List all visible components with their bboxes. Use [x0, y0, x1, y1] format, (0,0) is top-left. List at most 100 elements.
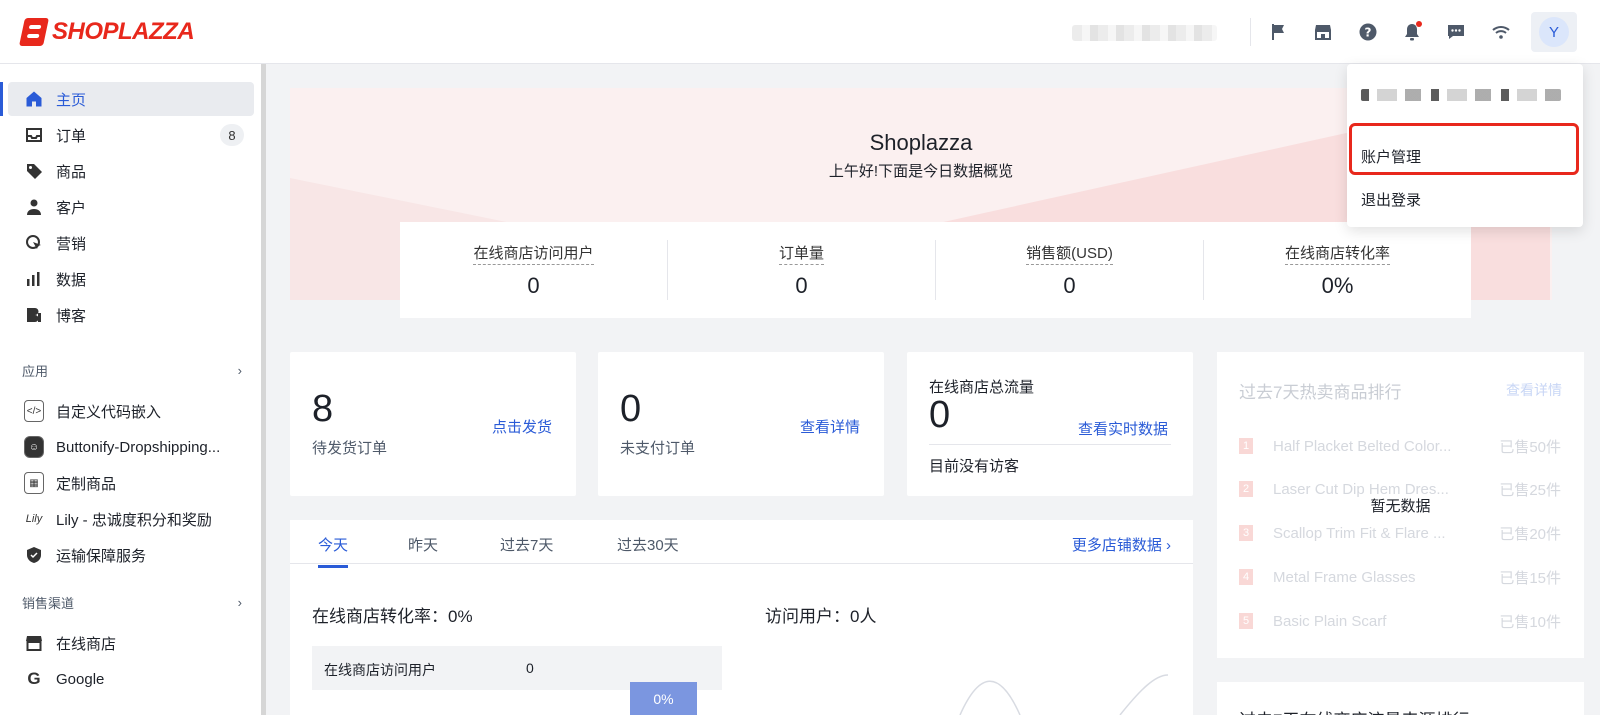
no-data-text: 暂无数据 — [1370, 498, 1431, 515]
product-name: Basic Plain Scarf — [1273, 612, 1387, 630]
stat-label[interactable]: 订单量 — [778, 242, 824, 265]
sidebar-scrollbar[interactable] — [261, 64, 266, 715]
avatar-button[interactable]: Y — [1531, 12, 1577, 52]
message-icon[interactable] — [1444, 20, 1468, 44]
sidebar-item-label: 在线商店 — [56, 635, 117, 653]
tab-yesterday[interactable]: 昨天 — [408, 534, 438, 555]
sidebar-item-app-lily[interactable]: Lily Lily - 忠诚度积分和奖励 — [8, 502, 254, 536]
visitors-chart — [959, 674, 1169, 715]
stat-value: 0 — [527, 273, 540, 298]
orders-count-badge: 8 — [220, 124, 244, 146]
stat-conversion: 在线商店转化率 0% — [1204, 240, 1471, 300]
top-products-title: 过去7天热卖商品排行 — [1239, 383, 1402, 402]
flag-icon[interactable] — [1267, 20, 1291, 44]
chevron-right-icon: › — [237, 595, 242, 610]
logo-mark-icon — [19, 18, 49, 46]
sidebar-item-products[interactable]: 商品 — [8, 154, 254, 188]
top-bar: SHOPLAZZA ? Y — [0, 0, 1600, 64]
traffic-source-title: 过去7天在线商店流量来源排行 — [1239, 706, 1469, 715]
rank-number: 4 — [1239, 569, 1253, 585]
bell-icon[interactable] — [1400, 20, 1424, 44]
list-item: 4 Metal Frame Glasses 已售15件 — [1239, 567, 1561, 587]
conversion-rate-heading: 在线商店转化率：0% — [312, 607, 473, 626]
funnel-row-value: 0 — [526, 660, 534, 676]
tab-last-30-days[interactable]: 过去30天 — [617, 534, 679, 555]
divider — [1250, 18, 1251, 46]
sidebar-item-marketing[interactable]: 营销 — [8, 226, 254, 260]
sidebar-item-google[interactable]: G Google — [8, 662, 254, 696]
rank-number: 1 — [1239, 438, 1253, 454]
stat-label[interactable]: 在线商店转化率 — [1284, 242, 1390, 265]
pending-orders-card: 8 待发货订单 点击发货 — [290, 352, 576, 496]
more-store-data-label: 更多店铺数据 — [1071, 537, 1162, 554]
sidebar-item-label: 订单 — [56, 127, 87, 145]
sidebar-item-label: 营销 — [56, 235, 87, 253]
top-products-card: 过去7天热卖商品排行 查看详情 1 Half Placket Belted Co… — [1217, 352, 1584, 658]
stat-label[interactable]: 销售额(USD) — [1026, 242, 1113, 265]
stat-sales: 销售额(USD) 0 — [936, 240, 1204, 300]
stat-value: 0 — [795, 273, 808, 298]
account-dropdown: 账户管理 退出登录 — [1347, 64, 1583, 227]
chevron-right-icon: › — [1166, 537, 1171, 554]
sidebar-item-app-custom-products[interactable]: ▦ 定制商品 — [8, 466, 254, 500]
sidebar-item-orders[interactable]: 订单 8 — [8, 118, 254, 152]
user-icon — [24, 197, 44, 217]
sidebar-item-app-shipping-protection[interactable]: 运输保障服务 — [8, 538, 254, 572]
sidebar-item-app-custom-code[interactable]: </> 自定义代码嵌入 — [8, 394, 254, 428]
stat-orders: 订单量 0 — [668, 240, 936, 300]
product-name: Scallop Trim Fit & Flare ... — [1273, 524, 1446, 542]
sidebar-item-customers[interactable]: 客户 — [8, 190, 254, 224]
list-item: 1 Half Placket Belted Color... 已售50件 — [1239, 436, 1561, 456]
traffic-card: 在线商店总流量 0 查看实时数据 目前没有访客 — [907, 352, 1193, 496]
apps-section-header[interactable]: 应用 › — [22, 361, 242, 380]
lily-icon: Lily — [25, 513, 43, 525]
sidebar-item-analytics[interactable]: 数据 — [8, 262, 254, 296]
code-embed-icon: </> — [24, 400, 44, 422]
tab-last-7-days[interactable]: 过去7天 — [500, 534, 553, 555]
unpaid-orders-card: 0 未支付订单 查看详情 — [598, 352, 884, 496]
product-name: Metal Frame Glasses — [1273, 568, 1416, 586]
sidebar-item-label: Buttonify-Dropshipping... — [56, 438, 221, 456]
sidebar-item-label: 定制商品 — [56, 475, 117, 493]
stat-label[interactable]: 在线商店访问用户 — [473, 242, 594, 265]
top-products-details-link[interactable]: 查看详情 — [1506, 380, 1562, 400]
traffic-count: 0 — [929, 394, 951, 436]
wifi-icon[interactable] — [1489, 20, 1513, 44]
help-icon[interactable]: ? — [1356, 20, 1380, 44]
unpaid-orders-count: 0 — [620, 388, 642, 430]
channels-section-header[interactable]: 销售渠道 › — [22, 593, 242, 612]
view-details-link[interactable]: 查看详情 — [800, 416, 860, 437]
logout-item[interactable]: 退出登录 — [1361, 189, 1421, 210]
sold-count: 已售15件 — [1499, 569, 1561, 587]
sidebar-item-online-store[interactable]: 在线商店 — [8, 626, 254, 660]
stat-visitors: 在线商店访问用户 0 — [400, 240, 668, 300]
period-tabs: 今天 昨天 过去7天 过去30天 更多店铺数据 › — [290, 520, 1193, 568]
shoplazza-logo[interactable]: SHOPLAZZA — [19, 18, 195, 46]
product-name: Half Placket Belted Color... — [1273, 437, 1452, 455]
channels-section-title: 销售渠道 — [22, 596, 75, 611]
store-icon — [24, 633, 44, 653]
notification-dot — [1416, 21, 1422, 27]
realtime-data-link[interactable]: 查看实时数据 — [1078, 418, 1168, 439]
traffic-source-card: 过去7天在线商店流量来源排行 — [1217, 682, 1584, 715]
conversion-bar: 0% — [630, 682, 697, 715]
inbox-icon — [24, 125, 44, 145]
ship-now-link[interactable]: 点击发货 — [492, 416, 552, 437]
stat-value: 0 — [1063, 273, 1076, 298]
stat-value: 0% — [1321, 273, 1354, 298]
sidebar: 主页 订单 8 商品 客户 营销 数据 博客 应用 › </> 自定义代码嵌入 … — [0, 64, 266, 715]
store-icon[interactable] — [1311, 20, 1335, 44]
sidebar-item-app-buttonify[interactable]: ☺ Buttonify-Dropshipping... — [8, 430, 254, 464]
more-store-data-link[interactable]: 更多店铺数据 › — [1072, 534, 1171, 555]
shield-icon — [24, 545, 44, 565]
logo-text: SHOPLAZZA — [52, 18, 195, 45]
account-management-item[interactable]: 账户管理 — [1361, 146, 1421, 167]
sidebar-item-home[interactable]: 主页 — [0, 82, 254, 116]
list-item: 5 Basic Plain Scarf 已售10件 — [1239, 611, 1561, 631]
funnel-row-label: 在线商店访问用户 — [324, 662, 436, 678]
sidebar-item-label: 主页 — [56, 91, 87, 109]
sidebar-item-blog[interactable]: 博客 — [8, 298, 254, 332]
rank-number: 5 — [1239, 613, 1253, 629]
tab-today[interactable]: 今天 — [318, 534, 349, 568]
sidebar-item-label: 数据 — [56, 271, 87, 289]
